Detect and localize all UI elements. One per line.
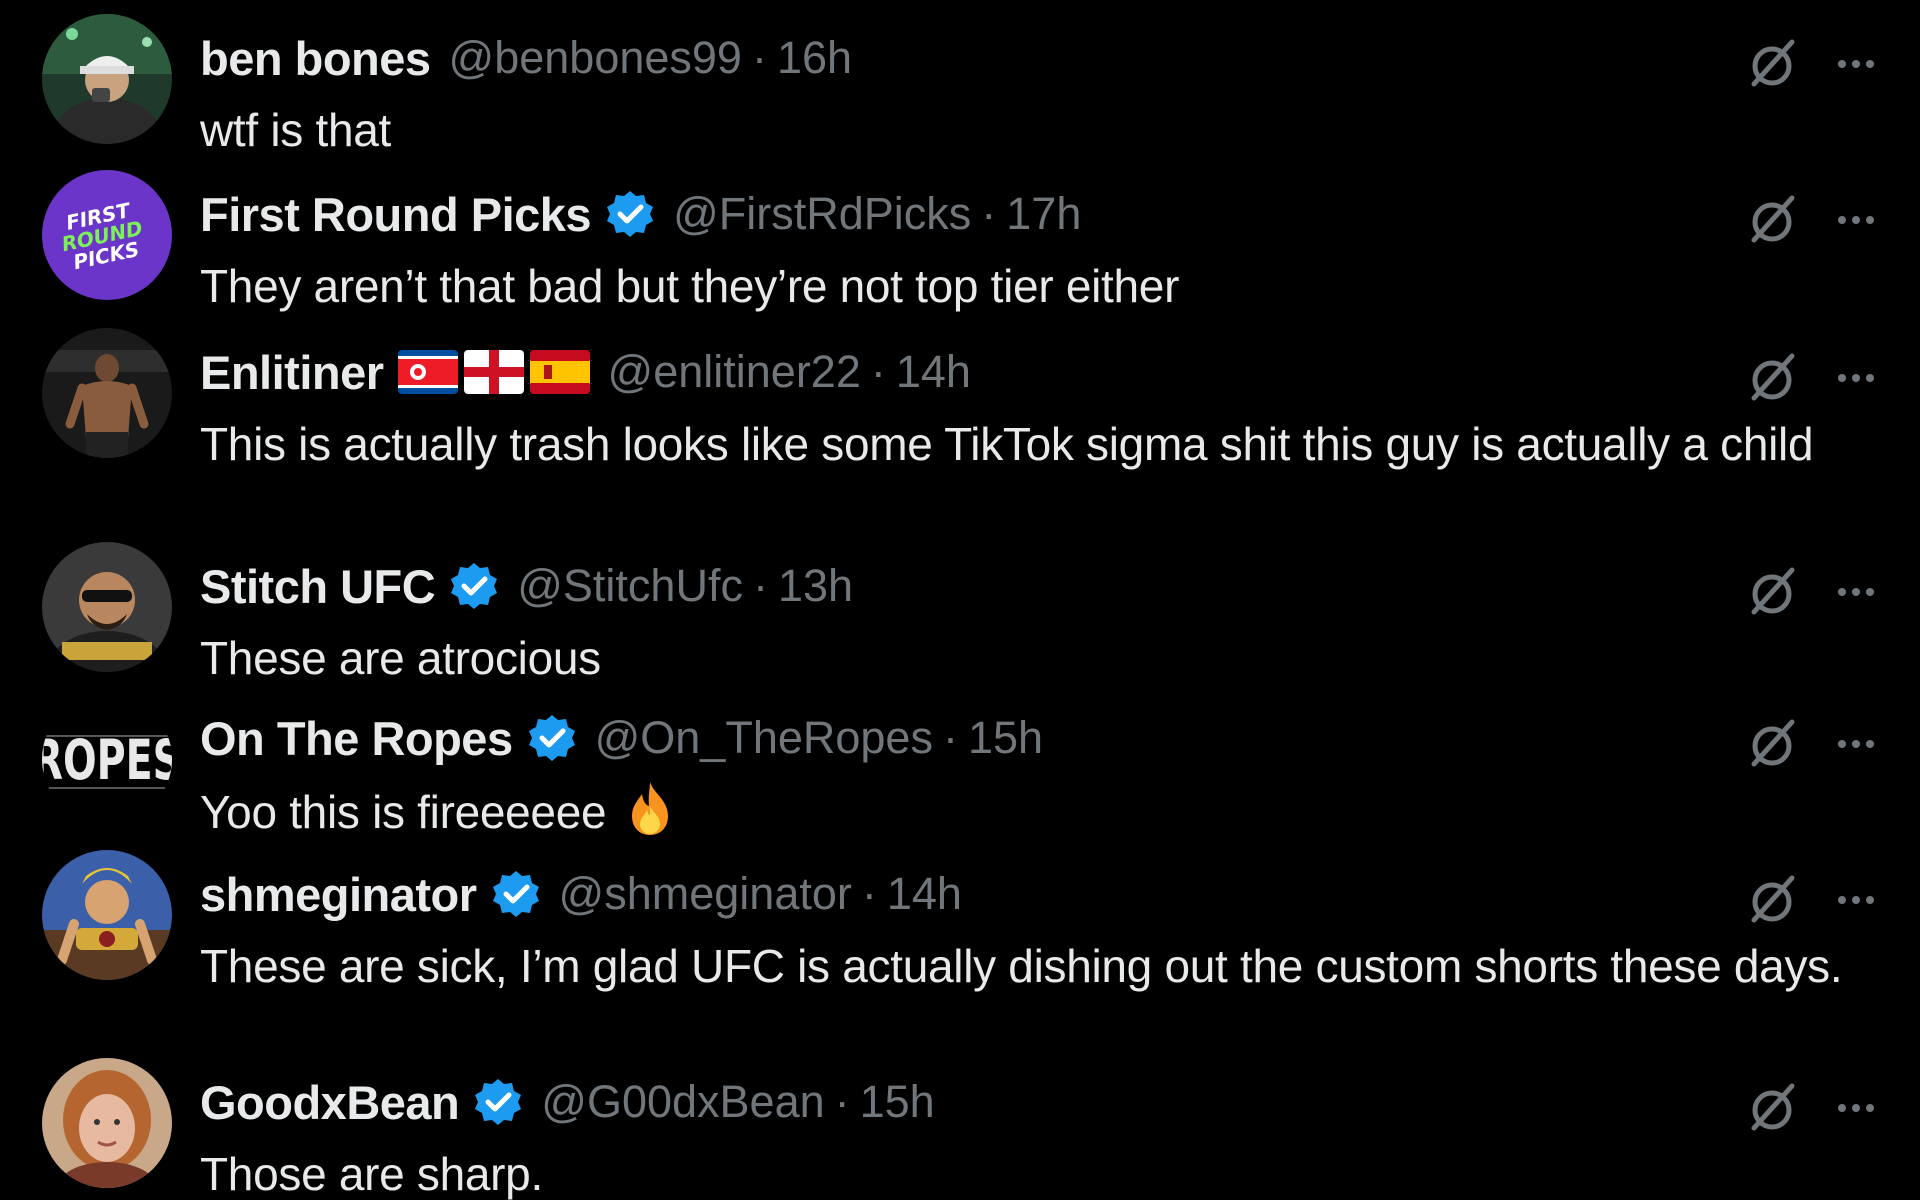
reply-header: On The Ropes @On_TheRopes · 15h bbox=[200, 708, 1043, 768]
first-round-picks-logo: FIRST ROUND PICKS bbox=[42, 170, 172, 300]
verified-badge-icon bbox=[491, 869, 541, 919]
grok-icon[interactable] bbox=[1744, 192, 1800, 248]
grok-icon[interactable] bbox=[1744, 36, 1800, 92]
grok-icon[interactable] bbox=[1744, 716, 1800, 772]
reply-text: Yoo this is fireeeeee bbox=[200, 778, 1900, 844]
more-options-icon[interactable] bbox=[1832, 354, 1880, 402]
display-name[interactable]: ben bones bbox=[200, 31, 431, 86]
more-options-icon[interactable] bbox=[1832, 876, 1880, 924]
avatar[interactable] bbox=[42, 850, 172, 980]
grok-icon[interactable] bbox=[1744, 564, 1800, 620]
timestamp[interactable]: 14h bbox=[887, 868, 962, 920]
separator-dot: · bbox=[981, 188, 997, 239]
display-name[interactable]: shmeginator bbox=[200, 867, 477, 922]
england-flag-icon bbox=[463, 350, 524, 394]
profile-photo-man-sunglasses bbox=[42, 542, 172, 672]
user-handle[interactable]: @FirstRdPicks bbox=[673, 188, 971, 240]
verified-badge-icon bbox=[527, 713, 577, 763]
separator-dot: · bbox=[870, 346, 886, 397]
separator-dot: · bbox=[861, 868, 877, 919]
display-name[interactable]: Stitch UFC bbox=[200, 559, 436, 614]
reply-header: ben bones @benbones99 · 16h bbox=[200, 28, 852, 88]
on-the-ropes-logo: ROPES bbox=[42, 694, 172, 824]
verified-badge-icon bbox=[449, 561, 499, 611]
avatar[interactable]: FIRST ROUND PICKS bbox=[42, 170, 172, 300]
spain-flag-icon bbox=[529, 350, 590, 394]
avatar[interactable] bbox=[42, 1058, 172, 1188]
reply-header: First Round Picks @FirstRdPicks · 17h bbox=[200, 184, 1081, 244]
more-options-icon[interactable] bbox=[1832, 196, 1880, 244]
avatar[interactable]: ROPES bbox=[42, 694, 172, 824]
avatar[interactable] bbox=[42, 542, 172, 672]
avatar[interactable] bbox=[42, 328, 172, 458]
reply-text: This is actually trash looks like some T… bbox=[200, 418, 1814, 470]
reply-text: wtf is that bbox=[200, 104, 391, 156]
more-options-icon[interactable] bbox=[1832, 720, 1880, 768]
flag-emoji-group bbox=[397, 350, 590, 394]
separator-dot: · bbox=[942, 712, 958, 763]
grok-icon[interactable] bbox=[1744, 350, 1800, 406]
more-options-icon[interactable] bbox=[1832, 1084, 1880, 1132]
grok-icon[interactable] bbox=[1744, 872, 1800, 928]
more-options-icon[interactable] bbox=[1832, 568, 1880, 616]
profile-photo-woman bbox=[42, 1058, 172, 1188]
timestamp[interactable]: 15h bbox=[860, 1076, 935, 1128]
reply-text-content: Yoo this is fireeeeee bbox=[200, 786, 607, 838]
profile-photo-cartoon-fighter bbox=[42, 850, 172, 980]
user-handle[interactable]: @benbones99 bbox=[449, 32, 742, 84]
reply-text: They aren’t that bad but they’re not top… bbox=[200, 260, 1180, 312]
timestamp[interactable]: 14h bbox=[896, 346, 971, 398]
display-name[interactable]: First Round Picks bbox=[200, 187, 592, 242]
more-options-icon[interactable] bbox=[1832, 40, 1880, 88]
reply-header: Enlitiner @enlitiner22 · 14h bbox=[200, 342, 971, 402]
reply-header: GoodxBean @G00dxBean · 15h bbox=[200, 1072, 935, 1132]
profile-photo-fighter bbox=[42, 328, 172, 458]
display-name[interactable]: Enlitiner bbox=[200, 345, 384, 400]
reply-text: These are atrocious bbox=[200, 632, 601, 684]
timestamp[interactable]: 16h bbox=[777, 32, 852, 84]
timestamp[interactable]: 15h bbox=[968, 712, 1043, 764]
separator-dot: · bbox=[751, 32, 767, 83]
logo-text: ROPES bbox=[42, 730, 172, 793]
timestamp[interactable]: 17h bbox=[1006, 188, 1081, 240]
grok-icon[interactable] bbox=[1744, 1080, 1800, 1136]
replies-feed: ben bones @benbones99 · 16h wtf is that … bbox=[0, 0, 1920, 1200]
fire-emoji-icon bbox=[632, 782, 669, 835]
reply-header: Stitch UFC @StitchUfc · 13h bbox=[200, 556, 853, 616]
north-korea-flag-icon bbox=[397, 350, 458, 394]
user-handle[interactable]: @StitchUfc bbox=[517, 560, 743, 612]
display-name[interactable]: GoodxBean bbox=[200, 1075, 460, 1130]
separator-dot: · bbox=[834, 1076, 850, 1127]
avatar[interactable] bbox=[42, 14, 172, 144]
reply-text: Those are sharp. bbox=[200, 1148, 543, 1200]
separator-dot: · bbox=[752, 560, 768, 611]
verified-badge-icon bbox=[473, 1077, 523, 1127]
reply-header: shmeginator @shmeginator · 14h bbox=[200, 864, 962, 924]
user-handle[interactable]: @On_TheRopes bbox=[595, 712, 933, 764]
verified-badge-icon bbox=[605, 189, 655, 239]
user-handle[interactable]: @shmeginator bbox=[559, 868, 852, 920]
user-handle[interactable]: @G00dxBean bbox=[541, 1076, 824, 1128]
timestamp[interactable]: 13h bbox=[778, 560, 853, 612]
user-handle[interactable]: @enlitiner22 bbox=[608, 346, 861, 398]
display-name[interactable]: On The Ropes bbox=[200, 711, 513, 766]
profile-photo-man-cap bbox=[42, 14, 172, 144]
reply-text: These are sick, I’m glad UFC is actually… bbox=[200, 940, 1843, 992]
